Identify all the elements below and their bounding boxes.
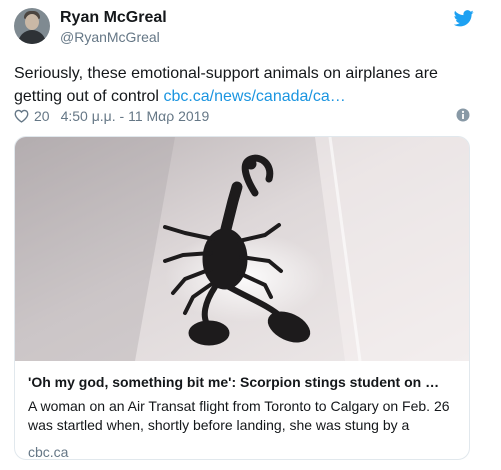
user-handle[interactable]: @RyanMcGreal [60, 29, 160, 45]
card-title[interactable]: 'Oh my god, something bit me': Scorpion … [28, 373, 460, 392]
scorpion-photo[interactable] [15, 137, 470, 361]
timestamp[interactable]: 4:50 μ.μ. - 11 Μαρ 2019 [61, 108, 210, 124]
card-domain: cbc.ca [28, 444, 69, 460]
link-card[interactable]: 'Oh my god, something bit me': Scorpion … [14, 136, 470, 460]
embedded-tweet: Ryan McGreal @RyanMcGreal Seriously, the… [0, 0, 501, 470]
user-name[interactable]: Ryan McGreal [60, 9, 167, 27]
tweet-text: Seriously, these emotional-support anima… [14, 62, 484, 108]
tweet-link[interactable]: cbc.ca/news/canada/ca… [163, 88, 345, 105]
avatar[interactable] [14, 8, 50, 44]
card-description: A woman on an Air Transat flight from To… [28, 398, 450, 433]
like-count[interactable]: 20 [34, 108, 50, 124]
twitter-bird-icon[interactable] [454, 10, 474, 27]
tweet-meta: 20 4:50 μ.μ. - 11 Μαρ 2019 [14, 107, 209, 125]
info-icon[interactable] [456, 108, 470, 122]
heart-icon[interactable] [14, 109, 29, 123]
